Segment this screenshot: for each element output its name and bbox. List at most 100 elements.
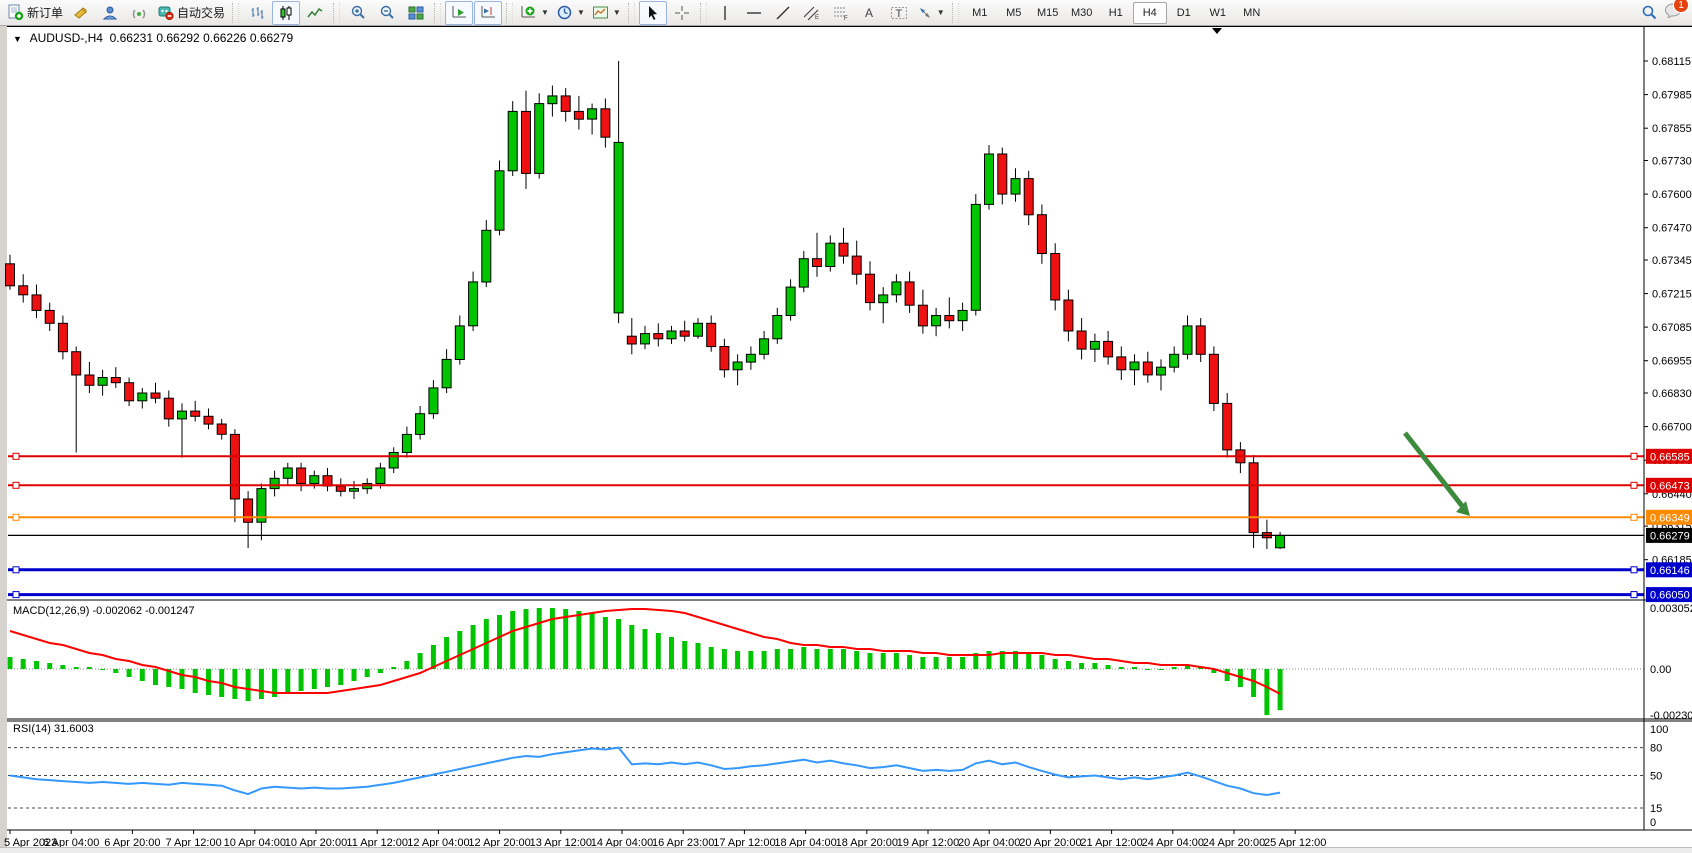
line-anchor-handle[interactable] — [13, 567, 19, 573]
arrows-tool-button[interactable]: ▼ — [914, 1, 948, 25]
candlestick — [1090, 341, 1099, 349]
new-order-icon — [7, 4, 24, 21]
timeframe-button-M15[interactable]: M15 — [1031, 2, 1065, 24]
timeframe-button-D1[interactable]: D1 — [1167, 2, 1201, 24]
candlestick — [1024, 179, 1033, 215]
arrow-objects-icon — [917, 5, 933, 21]
candlestick — [879, 295, 888, 303]
candlestick — [32, 295, 41, 311]
auto-scroll-button[interactable] — [445, 1, 473, 25]
chart-shift-icon — [480, 4, 497, 21]
zoom-in-button[interactable] — [344, 1, 372, 25]
chart-shift-button[interactable] — [474, 1, 502, 25]
line-anchor-handle[interactable] — [1631, 514, 1637, 520]
macd-histogram-bar — [74, 667, 79, 669]
search-icon[interactable] — [1641, 4, 1658, 21]
toolbar-separator — [506, 3, 513, 23]
macd-histogram-bar — [537, 608, 542, 669]
candlestick — [561, 96, 570, 112]
tile-windows-button[interactable] — [402, 1, 430, 25]
horizontal-line-tool-button[interactable] — [740, 1, 768, 25]
macd-histogram-bar — [762, 651, 767, 669]
vertical-line-tool-button[interactable] — [711, 1, 739, 25]
macd-histogram-bar — [1172, 667, 1177, 669]
timeframe-button-H1[interactable]: H1 — [1099, 2, 1133, 24]
price-axis-tick-label: 0.67215 — [1652, 289, 1692, 301]
line-anchor-handle[interactable] — [1631, 567, 1637, 573]
new-order-button[interactable]: 新订单 — [4, 1, 66, 25]
candlestick — [1223, 403, 1232, 450]
zoom-out-button[interactable] — [373, 1, 401, 25]
macd-histogram-bar — [894, 653, 899, 669]
signals-button[interactable] — [125, 1, 153, 25]
toolbar-separator — [434, 3, 441, 23]
candlestick — [416, 414, 425, 435]
macd-histogram-bar — [815, 649, 820, 669]
bar-chart-mode-button[interactable] — [243, 1, 271, 25]
notifications-button[interactable]: 1 — [1664, 2, 1682, 23]
timeframe-button-M5[interactable]: M5 — [997, 2, 1031, 24]
candlestick — [905, 282, 914, 305]
dropdown-arrow-icon: ▼ — [613, 8, 621, 17]
macd-histogram-bar — [682, 641, 687, 669]
line-anchor-handle[interactable] — [1631, 482, 1637, 488]
timeframe-button-H4[interactable]: H4 — [1133, 2, 1167, 24]
line-anchor-handle[interactable] — [13, 514, 19, 520]
candlestick — [760, 339, 769, 355]
price-badge-label: 0.66146 — [1650, 565, 1690, 577]
rsi-axis-label: 15 — [1650, 803, 1662, 815]
person-icon — [102, 5, 118, 21]
candlestick — [548, 96, 557, 104]
toolbar-separator — [952, 3, 959, 23]
macd-histogram-bar — [127, 669, 132, 677]
macd-histogram-bar — [418, 653, 423, 669]
line-anchor-handle[interactable] — [1631, 592, 1637, 598]
auto-trading-button[interactable]: 自动交易 — [154, 1, 228, 25]
macd-histogram-bar — [510, 611, 515, 669]
macd-histogram-bar — [246, 669, 251, 701]
timeframe-button-MN[interactable]: MN — [1235, 2, 1269, 24]
price-axis-tick-label: 0.67985 — [1652, 90, 1692, 102]
text-label-tool-button[interactable]: T — [885, 1, 913, 25]
price-axis-tick-label: 0.67600 — [1652, 189, 1692, 201]
line-chart-icon — [307, 5, 323, 21]
macd-histogram-bar — [47, 663, 52, 669]
timeframe-button-M1[interactable]: M1 — [963, 2, 997, 24]
macd-histogram-bar — [590, 613, 595, 669]
line-anchor-handle[interactable] — [13, 592, 19, 598]
line-anchor-handle[interactable] — [1631, 453, 1637, 459]
fibonacci-tool-button[interactable]: F — [827, 1, 855, 25]
cursor-tool-button[interactable] — [639, 1, 667, 25]
signal-icon — [131, 5, 147, 21]
crosshair-tool-button[interactable] — [668, 1, 696, 25]
dropdown-arrow-icon: ▼ — [937, 8, 945, 17]
chart-canvas[interactable]: 0.681150.679850.678550.677300.676000.674… — [0, 26, 1692, 853]
line-chart-mode-button[interactable] — [301, 1, 329, 25]
text-tool-button[interactable]: A — [856, 1, 884, 25]
macd-histogram-bar — [1251, 669, 1256, 697]
periods-button[interactable]: ▼ — [553, 1, 588, 25]
macd-histogram-bar — [722, 649, 727, 669]
line-anchor-handle[interactable] — [13, 482, 19, 488]
macd-histogram-bar — [1106, 665, 1111, 669]
timeframe-button-W1[interactable]: W1 — [1201, 2, 1235, 24]
toolbar-separator — [700, 3, 707, 23]
trendline-tool-button[interactable] — [769, 1, 797, 25]
auto-scroll-icon — [451, 4, 468, 21]
line-anchor-handle[interactable] — [13, 453, 19, 459]
price-axis-tick-label: 0.68115 — [1652, 56, 1691, 68]
timeframe-button-M30[interactable]: M30 — [1065, 2, 1099, 24]
accounts-button[interactable] — [96, 1, 124, 25]
toolbar-right-group: 1 — [1641, 2, 1688, 23]
templates-button[interactable]: ▼ — [589, 1, 624, 25]
candlestick-mode-button[interactable] — [272, 1, 300, 25]
market-watch-button[interactable] — [67, 1, 95, 25]
channel-tool-button[interactable]: E — [798, 1, 826, 25]
macd-histogram-bar — [828, 649, 833, 669]
add-indicator-button[interactable]: ▼ — [517, 1, 552, 25]
price-axis-tick-label: 0.67855 — [1652, 123, 1692, 135]
macd-histogram-bar — [8, 657, 13, 669]
candlestick — [495, 171, 504, 230]
candlestick — [998, 154, 1007, 194]
chart-window[interactable]: 0.681150.679850.678550.677300.676000.674… — [0, 26, 1692, 853]
